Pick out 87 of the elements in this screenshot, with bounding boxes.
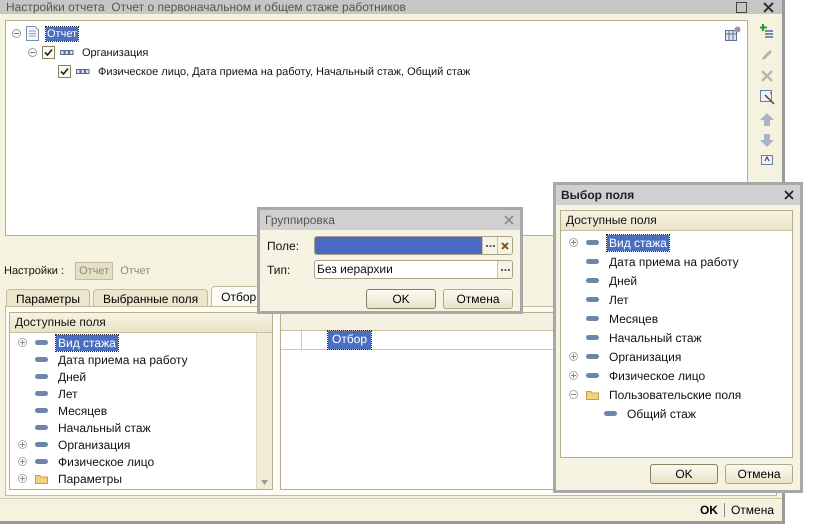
collapse-icon[interactable] <box>12 29 21 38</box>
folder-icon <box>586 390 599 400</box>
scrollbar[interactable] <box>256 333 272 489</box>
field-item[interactable]: Физическое лицо <box>56 454 156 470</box>
field-item[interactable]: Месяцев <box>607 310 660 326</box>
scroll-down-icon[interactable] <box>261 480 268 485</box>
field-icon <box>35 374 48 379</box>
field-icon <box>604 411 617 416</box>
grouping-icon <box>76 69 90 74</box>
expand-icon[interactable] <box>18 474 27 483</box>
field-icon <box>35 459 48 464</box>
list-header: Доступные поля <box>10 313 272 333</box>
field-icon <box>586 259 599 264</box>
field-item[interactable]: Организация <box>56 436 132 452</box>
close-icon[interactable] <box>784 190 794 200</box>
choose-button[interactable] <box>482 237 497 254</box>
expand-icon[interactable] <box>569 352 578 361</box>
checkbox[interactable] <box>58 65 71 78</box>
table-settings-icon[interactable] <box>725 26 741 41</box>
add-row-icon[interactable] <box>760 24 774 40</box>
tree-item[interactable]: Отчет <box>46 26 78 40</box>
field-item[interactable]: Физическое лицо <box>607 368 708 384</box>
checkbox[interactable] <box>42 46 55 59</box>
field-icon <box>35 357 48 362</box>
tab[interactable]: Выбранные поля <box>92 289 208 306</box>
dialog-title: Группировка <box>265 213 335 227</box>
field-label: Поле: <box>267 238 300 252</box>
clear-button[interactable] <box>497 237 512 254</box>
settings-label: Настройки : <box>4 265 64 277</box>
field-item[interactable]: Пользовательские поля <box>607 386 744 402</box>
maximize-icon[interactable] <box>736 2 747 12</box>
field-item[interactable]: Дней <box>607 272 640 288</box>
close-icon[interactable] <box>763 2 774 12</box>
dialog-button[interactable]: Отмена <box>443 289 513 309</box>
field-item[interactable]: Дней <box>56 368 88 384</box>
field-item[interactable]: Начальный стаж <box>607 330 704 346</box>
grouping-icon <box>60 50 74 55</box>
dialog-button[interactable]: OK <box>650 464 718 484</box>
field-icon <box>35 425 48 430</box>
field-item[interactable]: Месяцев <box>56 402 110 418</box>
field-icon <box>586 316 599 321</box>
dialog-button[interactable]: OK <box>698 503 720 517</box>
field-label: Тип: <box>267 262 292 276</box>
field-item[interactable]: Параметры <box>56 470 124 486</box>
input-field[interactable] <box>314 236 513 255</box>
document-icon <box>26 26 39 41</box>
dialog-button[interactable]: Отмена <box>725 464 793 484</box>
field-item[interactable]: Дата приема на работу <box>607 254 741 270</box>
folder-icon <box>35 474 48 484</box>
field-icon <box>35 340 48 345</box>
clear-icon <box>501 242 509 250</box>
field-icon <box>586 278 599 283</box>
expand-icon[interactable] <box>18 338 27 347</box>
dialog-button[interactable]: Отмена <box>728 503 776 517</box>
field-item[interactable]: Лет <box>607 292 631 308</box>
filter-item[interactable]: Отбор <box>328 331 372 349</box>
choose-button[interactable] <box>497 261 512 278</box>
window-title: Настройки отчета Отчет о первоначальном и общем стаже работников <box>6 1 407 13</box>
expand-icon[interactable] <box>18 440 27 449</box>
list-header: Доступные поля <box>561 211 792 231</box>
input-field[interactable]: Без иерархии <box>314 260 513 279</box>
expand-icon[interactable] <box>18 457 27 466</box>
tab[interactable]: Параметры <box>6 289 90 306</box>
field-icon <box>586 373 599 378</box>
tree-item[interactable]: Физическое лицо, Дата приема на работу, Начальный стаж, Общий стаж <box>97 64 472 78</box>
field-item[interactable]: Организация <box>607 348 684 364</box>
expand-icon[interactable] <box>569 371 578 380</box>
field-icon <box>586 335 599 340</box>
expand-icon[interactable] <box>569 238 578 247</box>
wizard-icon[interactable] <box>760 90 774 105</box>
field-icon <box>586 354 599 359</box>
dialog-title: Выбор поля <box>561 188 634 202</box>
field-item[interactable]: Вид стажа <box>607 234 669 250</box>
tree-item[interactable]: Организация <box>81 46 150 60</box>
field-item[interactable]: Дата приема на работу <box>56 352 190 368</box>
collapse-icon[interactable] <box>569 390 578 399</box>
field-item[interactable]: Вид стажа <box>56 334 118 350</box>
collapse-icon[interactable] <box>28 48 37 57</box>
field-icon <box>586 240 599 245</box>
dialog-button[interactable]: OK <box>366 289 436 309</box>
field-item[interactable]: Общий стаж <box>625 406 698 422</box>
field-item[interactable]: Лет <box>56 386 80 402</box>
field-icon <box>35 408 48 413</box>
field-icon <box>35 391 48 396</box>
field-item[interactable]: Начальный стаж <box>56 420 153 436</box>
field-icon <box>586 297 599 302</box>
field-icon <box>35 442 48 447</box>
